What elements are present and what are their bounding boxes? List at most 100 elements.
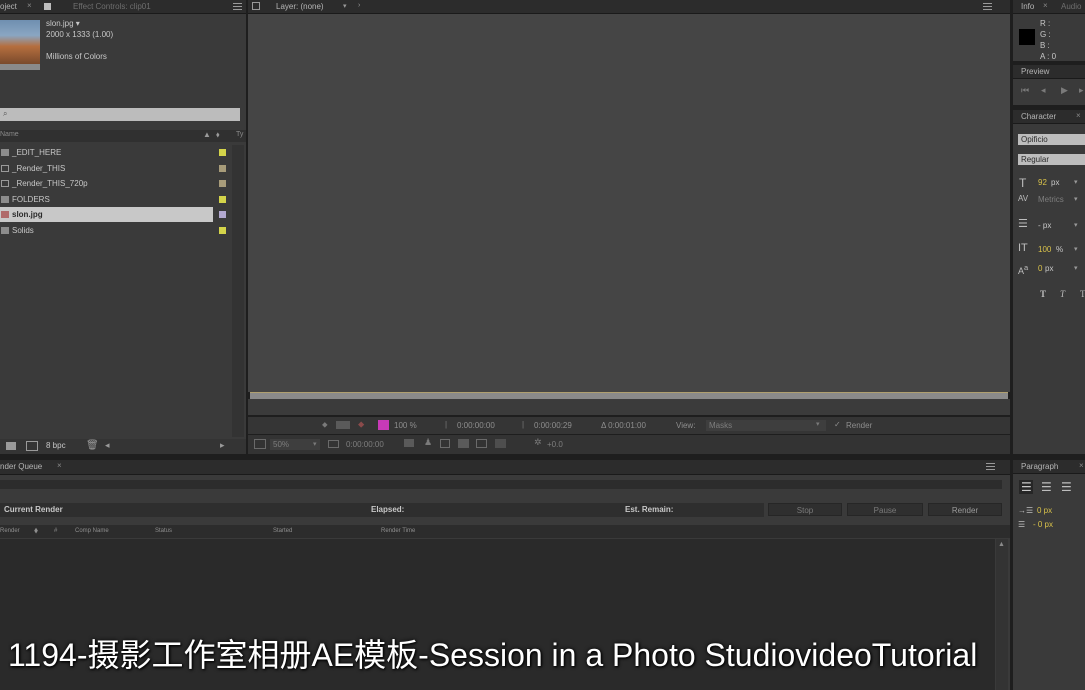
tab-preview[interactable]: Preview [1021,65,1049,79]
label-tag-icon[interactable]: ⬧ [34,525,38,536]
person-icon[interactable]: ♟ [424,437,432,448]
list-item[interactable]: FOLDERS [0,192,230,207]
faux-italic-button[interactable]: T [1060,289,1065,299]
time-end[interactable]: 0:00:00:29 [534,421,572,430]
label-swatch[interactable] [219,180,226,187]
exposure-icon[interactable]: ✲ [534,437,542,448]
chevron-down-icon[interactable]: ▾ [313,440,317,448]
chevron-down-icon[interactable]: ▾ [1074,245,1078,253]
layer-viewport[interactable] [248,14,1010,392]
col-name[interactable]: Name [0,131,19,138]
list-item[interactable]: _Render_THIS [0,161,230,176]
list-item[interactable]: Solids [0,223,230,238]
col-number[interactable]: # [54,528,57,534]
tab-close-icon[interactable]: × [1043,1,1048,10]
in-point-icon[interactable]: ⬥ [322,420,328,430]
label-swatch[interactable] [219,211,226,218]
tab-close-icon[interactable]: × [57,461,62,470]
col-render[interactable]: Render [0,528,20,534]
time-ruler[interactable] [250,392,1008,399]
tab-close-icon[interactable]: × [1079,461,1084,470]
font-size-value[interactable]: 92 [1038,178,1047,187]
bpc-label[interactable]: 8 bpc [46,441,66,450]
chevron-down-icon[interactable]: ▾ [1074,264,1078,272]
col-status[interactable]: Status [155,528,172,534]
tab-render-queue[interactable]: nder Queue [0,460,42,474]
camera-icon[interactable] [404,439,414,447]
list-item[interactable]: _EDIT_HERE ⚲ [0,145,240,160]
vertical-scrollbar[interactable] [232,145,244,437]
tab-effect-controls[interactable]: Effect Controls: clip01 [73,0,151,14]
channels-icon[interactable] [495,439,506,448]
label-swatch[interactable] [219,149,226,156]
panel-menu-icon[interactable] [983,3,992,10]
fit-icon[interactable] [254,439,266,449]
render-checkbox-icon[interactable]: ✓ [834,420,841,429]
sort-triangle-icon[interactable]: ▲ [203,130,211,139]
list-item[interactable]: _Render_THIS_720p [0,176,230,191]
new-folder-icon[interactable] [6,442,16,450]
chevron-down-icon[interactable]: ▾ [1074,178,1078,186]
view-select[interactable]: Masks [706,420,826,431]
label-swatch[interactable] [219,227,226,234]
tab-forward-icon[interactable]: › [358,2,360,9]
align-center-icon[interactable]: ☰ [1041,480,1052,494]
exposure-value[interactable]: +0.0 [547,440,563,449]
grid-icon[interactable] [328,440,339,448]
font-style-select[interactable]: Regular [1018,154,1085,165]
list-item-selected[interactable]: slon.jpg [0,207,230,222]
leading-value[interactable]: - px [1038,221,1051,230]
new-comp-icon[interactable] [26,441,38,451]
stop-button[interactable]: Stop [768,503,842,516]
tab-info[interactable]: Info [1021,0,1034,14]
first-frame-icon[interactable]: ⏮ [1021,85,1029,96]
chevron-down-icon[interactable]: ▾ [343,2,347,10]
scroll-up-icon[interactable]: ▲ [998,541,1005,548]
transparency-grid-icon[interactable] [458,439,469,448]
current-time[interactable]: 0:00:00:00 [346,440,384,449]
search-input[interactable]: ⌕ [0,108,240,121]
tab-close-icon[interactable]: × [1076,111,1081,120]
zoom-pct[interactable]: 100 % [394,421,417,430]
time-start[interactable]: 0:00:00:00 [457,421,495,430]
label-tag-icon[interactable]: ⬧ [216,130,220,140]
panel-menu-icon[interactable] [986,463,995,470]
font-family-select[interactable]: Opificio [1018,134,1085,145]
all-caps-button[interactable]: T [1080,289,1085,299]
play-icon[interactable]: ▶ [1061,85,1068,96]
tab-project[interactable]: oject [0,0,17,14]
show-snapshot-icon[interactable]: ⬥ [358,419,364,430]
scroll-right-icon[interactable]: ▸ [220,440,225,451]
col-comp-name[interactable]: Comp Name [75,528,109,534]
chevron-down-icon[interactable]: ▾ [1074,195,1078,203]
panel-menu-icon[interactable] [233,3,242,10]
pause-button[interactable]: Pause [847,503,923,516]
indent-left-value[interactable]: 0 px [1037,506,1052,515]
tab-close-icon[interactable]: × [27,1,32,10]
file-name[interactable]: slon.jpg ▾ [46,19,80,28]
tab-character[interactable]: Character [1021,110,1056,124]
col-type[interactable]: Ty [236,131,243,138]
label-swatch[interactable] [219,165,226,172]
overlay-icon[interactable] [476,439,487,448]
region-icon[interactable] [440,439,450,448]
prev-frame-icon[interactable]: ◂ [1041,85,1046,96]
tab-layer[interactable]: Layer: (none) [276,0,324,14]
col-started[interactable]: Started [273,528,292,534]
faux-bold-button[interactable]: T [1040,289,1046,299]
scroll-left-icon[interactable]: ◂ [105,440,110,451]
lock-icon[interactable] [252,2,260,10]
trash-icon[interactable]: 🗑 [86,440,99,451]
tab-paragraph[interactable]: Paragraph [1021,460,1058,474]
baseline-shift-value[interactable]: 0 [1038,264,1042,273]
label-swatch[interactable] [219,196,226,203]
indent-first-value[interactable]: - 0 px [1033,520,1053,529]
color-channel-icon[interactable] [378,420,389,430]
chevron-down-icon[interactable]: ▾ [1074,221,1078,229]
chevron-down-icon[interactable]: ▾ [816,420,820,428]
col-render-time[interactable]: Render Time [381,528,415,534]
tab-audio[interactable]: Audio [1061,0,1081,14]
snapshot-icon[interactable] [336,421,350,429]
kerning-value[interactable]: Metrics [1038,195,1064,204]
next-frame-icon[interactable]: ▸ [1079,85,1084,96]
